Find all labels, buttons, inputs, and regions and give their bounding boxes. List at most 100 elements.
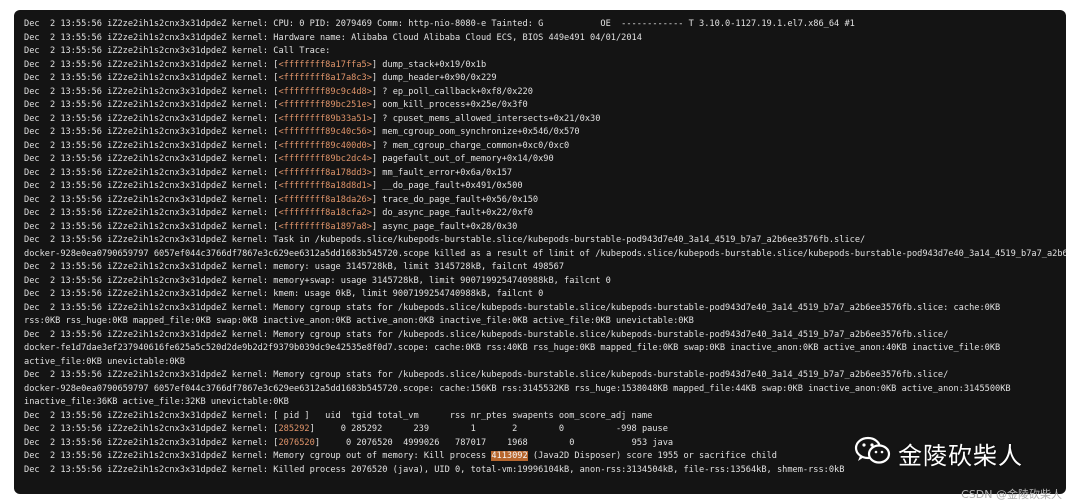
- log-text: Dec 2 13:55:56 iZ2ze2ih1s2cnx3x31dpdeZ k…: [24, 32, 642, 43]
- log-address: <ffffffff89c40c56>: [278, 127, 372, 137]
- log-text: (Java2D Disposer) score 1955 or sacrific…: [527, 451, 777, 461]
- kernel-log: Dec 2 13:55:56 iZ2ze2ih1s2cnx3x31dpdeZ k…: [24, 18, 1066, 477]
- log-text: Dec 2 13:55:56 iZ2ze2ih1s2cnx3x31dpdeZ k…: [24, 19, 855, 29]
- log-text: ] dump_stack+0x19/0x1b: [371, 59, 487, 70]
- log-line: Dec 2 13:55:56 iZ2ze2ih1s2cnx3x31dpdeZ k…: [24, 72, 1066, 86]
- log-line: active_file:0KB unevictable:0KB: [24, 356, 1066, 370]
- log-line: Dec 2 13:55:56 iZ2ze2ih1s2cnx3x31dpdeZ k…: [24, 113, 1066, 127]
- wechat-icon: [854, 435, 892, 472]
- log-text: active_file:0KB unevictable:0KB: [24, 356, 185, 367]
- log-text: Dec 2 13:55:56 iZ2ze2ih1s2cnx3x31dpdeZ k…: [24, 100, 279, 110]
- log-line: Dec 2 13:55:56 iZ2ze2ih1s2cnx3x31dpdeZ k…: [24, 59, 1066, 73]
- log-address: 2076520: [278, 437, 315, 448]
- log-text: rss:0KB rss_huge:0KB mapped_file:0KB swa…: [24, 316, 694, 326]
- log-line: Dec 2 13:55:56 iZ2ze2ih1s2cnx3x31dpdeZ k…: [24, 32, 1066, 46]
- log-text: ] ? mem_cgroup_charge_common+0xc0/0xc0: [371, 140, 570, 151]
- log-text: docker-928e0ea0790659797 6057ef044c3766d…: [24, 248, 1066, 259]
- log-line: Dec 2 13:55:56 iZ2ze2ih1s2cnx3x31dpdeZ k…: [24, 86, 1066, 100]
- log-text: inactive_file:36KB active_file:32KB unev…: [24, 397, 289, 407]
- log-text: Dec 2 13:55:56 iZ2ze2ih1s2cnx3x31dpdeZ k…: [24, 464, 845, 475]
- log-line: Dec 2 13:55:56 iZ2ze2ih1s2cnx3x31dpdeZ k…: [24, 207, 1066, 221]
- log-address: <ffffffff8a17ffa5>: [278, 59, 372, 70]
- log-line: Dec 2 13:55:56 iZ2ze2ih1s2cnx3x31dpdeZ k…: [24, 329, 1066, 343]
- log-line: Dec 2 13:55:56 iZ2ze2ih1s2cnx3x31dpdeZ k…: [24, 45, 1066, 59]
- log-text: Dec 2 13:55:56 iZ2ze2ih1s2cnx3x31dpdeZ k…: [24, 437, 279, 448]
- log-line: Dec 2 13:55:56 iZ2ze2ih1s2cnx3x31dpdeZ k…: [24, 167, 1066, 181]
- log-line: rss:0KB rss_huge:0KB mapped_file:0KB swa…: [24, 315, 1066, 329]
- log-text: Dec 2 13:55:56 iZ2ze2ih1s2cnx3x31dpdeZ k…: [24, 167, 279, 178]
- log-text: ] mem_cgroup_oom_synchronize+0x546/0x570: [371, 127, 580, 137]
- log-address: 285292: [278, 424, 310, 434]
- log-text: ] mm_fault_error+0x6a/0x157: [371, 167, 513, 178]
- log-line: Dec 2 13:55:56 iZ2ze2ih1s2cnx3x31dpdeZ k…: [24, 410, 1066, 424]
- log-address: <ffffffff89c400d0>: [278, 140, 372, 151]
- log-text: Dec 2 13:55:56 iZ2ze2ih1s2cnx3x31dpdeZ k…: [24, 127, 279, 137]
- log-line: Dec 2 13:55:56 iZ2ze2ih1s2cnx3x31dpdeZ k…: [24, 221, 1066, 235]
- log-text: Dec 2 13:55:56 iZ2ze2ih1s2cnx3x31dpdeZ k…: [24, 86, 279, 97]
- watermark: 金陵砍柴人: [854, 435, 1023, 472]
- log-line: inactive_file:36KB active_file:32KB unev…: [24, 396, 1066, 410]
- watermark-text: 金陵砍柴人: [898, 442, 1023, 470]
- log-text: Dec 2 13:55:56 iZ2ze2ih1s2cnx3x31dpdeZ k…: [24, 221, 279, 232]
- log-address: <ffffffff8a18da26>: [278, 194, 372, 205]
- log-address: <ffffffff89c9c4d8>: [278, 86, 372, 97]
- log-text: ] do_async_page_fault+0x22/0xf0: [371, 208, 533, 218]
- log-line: docker-928e0ea0790659797 6057ef044c3766d…: [24, 248, 1066, 262]
- log-text: Dec 2 13:55:56 iZ2ze2ih1s2cnx3x31dpdeZ k…: [24, 329, 949, 340]
- log-line: Dec 2 13:55:56 iZ2ze2ih1s2cnx3x31dpdeZ k…: [24, 194, 1066, 208]
- log-address: <ffffffff8a18cfa2>: [278, 208, 372, 218]
- log-line: Dec 2 13:55:56 iZ2ze2ih1s2cnx3x31dpdeZ k…: [24, 126, 1066, 140]
- log-text: ] dump_header+0x90/0x229: [371, 73, 497, 83]
- log-address: <ffffffff89bc2dc4>: [278, 154, 372, 164]
- csdn-watermark: CSDN @金陵砍柴人: [961, 488, 1062, 501]
- log-text: ] trace_do_page_fault+0x56/0x150: [371, 194, 539, 205]
- log-text: ] ? cpuset_mems_allowed_intersects+0x21/…: [371, 113, 601, 124]
- log-line: Dec 2 13:55:56 iZ2ze2ih1s2cnx3x31dpdeZ k…: [24, 140, 1066, 154]
- log-address: <ffffffff89bc251e>: [278, 100, 372, 110]
- log-text: Dec 2 13:55:56 iZ2ze2ih1s2cnx3x31dpdeZ k…: [24, 73, 279, 83]
- log-line: Dec 2 13:55:56 iZ2ze2ih1s2cnx3x31dpdeZ k…: [24, 180, 1066, 194]
- log-text: Dec 2 13:55:56 iZ2ze2ih1s2cnx3x31dpdeZ k…: [24, 46, 331, 56]
- log-text: docker-fe1d7dae3ef237940616fe625a5c520d2…: [24, 343, 1001, 353]
- log-text: Dec 2 13:55:56 iZ2ze2ih1s2cnx3x31dpdeZ k…: [24, 410, 653, 421]
- log-line: Dec 2 13:55:56 iZ2ze2ih1s2cnx3x31dpdeZ k…: [24, 288, 1066, 302]
- log-line: Dec 2 13:55:56 iZ2ze2ih1s2cnx3x31dpdeZ k…: [24, 234, 1066, 248]
- log-line: docker-928e0ea0790659797 6057ef044c3766d…: [24, 383, 1066, 397]
- log-text: ] ? ep_poll_callback+0xf8/0x220: [371, 86, 533, 97]
- log-address: <ffffffff8a178dd3>: [278, 167, 372, 178]
- log-text: ] oom_kill_process+0x25e/0x3f0: [371, 100, 528, 110]
- log-line: Dec 2 13:55:56 iZ2ze2ih1s2cnx3x31dpdeZ k…: [24, 153, 1066, 167]
- log-line: Dec 2 13:55:56 iZ2ze2ih1s2cnx3x31dpdeZ k…: [24, 369, 1066, 383]
- terminal-window[interactable]: Dec 2 13:55:56 iZ2ze2ih1s2cnx3x31dpdeZ k…: [14, 10, 1066, 494]
- log-text: Dec 2 13:55:56 iZ2ze2ih1s2cnx3x31dpdeZ k…: [24, 370, 949, 380]
- log-text: ] 0 285292 239 1 2 0 -998 pause: [309, 424, 668, 434]
- log-text: Dec 2 13:55:56 iZ2ze2ih1s2cnx3x31dpdeZ k…: [24, 154, 279, 164]
- log-text: Dec 2 13:55:56 iZ2ze2ih1s2cnx3x31dpdeZ k…: [24, 262, 565, 272]
- log-text: Dec 2 13:55:56 iZ2ze2ih1s2cnx3x31dpdeZ k…: [24, 451, 492, 461]
- log-text: Dec 2 13:55:56 iZ2ze2ih1s2cnx3x31dpdeZ k…: [24, 181, 279, 191]
- log-text: Dec 2 13:55:56 iZ2ze2ih1s2cnx3x31dpdeZ k…: [24, 208, 279, 218]
- log-address: <ffffffff8a17a8c3>: [278, 73, 372, 83]
- log-line: Dec 2 13:55:56 iZ2ze2ih1s2cnx3x31dpdeZ k…: [24, 261, 1066, 275]
- log-line: Dec 2 13:55:56 iZ2ze2ih1s2cnx3x31dpdeZ k…: [24, 18, 1066, 32]
- log-text: Dec 2 13:55:56 iZ2ze2ih1s2cnx3x31dpdeZ k…: [24, 235, 866, 245]
- highlighted-pid: 4113092: [491, 451, 528, 461]
- log-text: ] async_page_fault+0x28/0x30: [371, 221, 518, 232]
- log-line: docker-fe1d7dae3ef237940616fe625a5c520d2…: [24, 342, 1066, 356]
- log-line: Dec 2 13:55:56 iZ2ze2ih1s2cnx3x31dpdeZ k…: [24, 302, 1066, 316]
- log-text: Dec 2 13:55:56 iZ2ze2ih1s2cnx3x31dpdeZ k…: [24, 275, 611, 286]
- log-line: Dec 2 13:55:56 iZ2ze2ih1s2cnx3x31dpdeZ k…: [24, 275, 1066, 289]
- log-text: ] pagefault_out_of_memory+0x14/0x90: [371, 154, 554, 164]
- log-text: ] 0 2076520 4999026 787017 1968 0 953 ja…: [314, 437, 674, 448]
- log-address: <ffffffff89b33a51>: [278, 113, 372, 124]
- log-text: Dec 2 13:55:56 iZ2ze2ih1s2cnx3x31dpdeZ k…: [24, 194, 279, 205]
- log-text: Dec 2 13:55:56 iZ2ze2ih1s2cnx3x31dpdeZ k…: [24, 59, 279, 70]
- log-text: Dec 2 13:55:56 iZ2ze2ih1s2cnx3x31dpdeZ k…: [24, 289, 544, 299]
- log-address: <ffffffff8a1897a8>: [278, 221, 372, 232]
- log-text: ] __do_page_fault+0x491/0x500: [371, 181, 523, 191]
- log-line: Dec 2 13:55:56 iZ2ze2ih1s2cnx3x31dpdeZ k…: [24, 99, 1066, 113]
- log-text: Dec 2 13:55:56 iZ2ze2ih1s2cnx3x31dpdeZ k…: [24, 140, 279, 151]
- log-text: Dec 2 13:55:56 iZ2ze2ih1s2cnx3x31dpdeZ k…: [24, 113, 279, 124]
- log-address: <ffffffff8a18d8d1>: [278, 181, 372, 191]
- log-text: Dec 2 13:55:56 iZ2ze2ih1s2cnx3x31dpdeZ k…: [24, 302, 1001, 313]
